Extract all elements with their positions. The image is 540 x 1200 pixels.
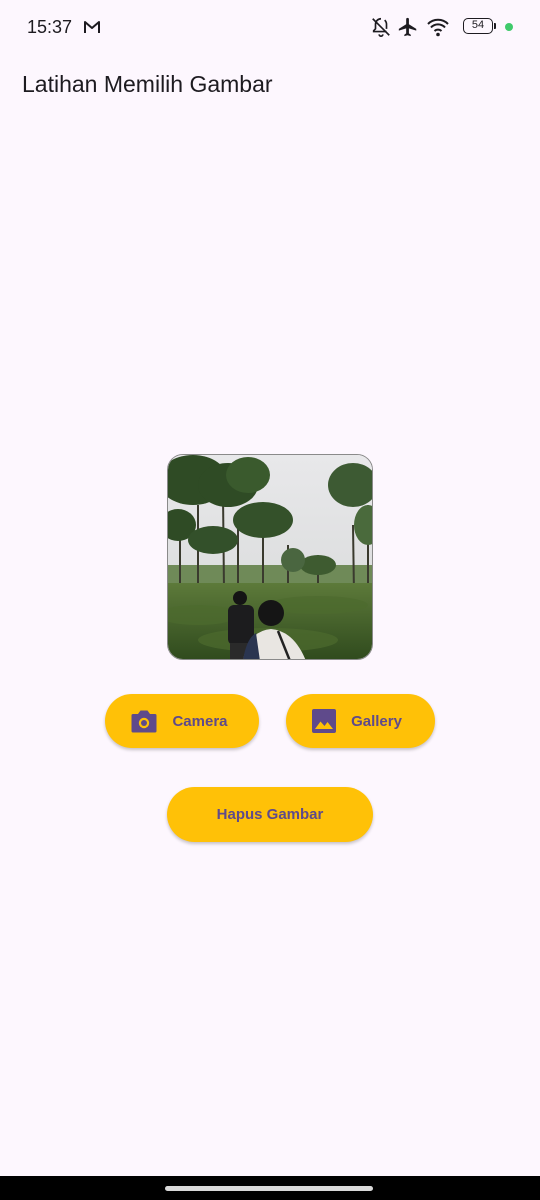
gallery-button-label: Gallery <box>351 712 402 730</box>
camera-icon <box>131 710 157 733</box>
status-time: 15:37 <box>27 17 73 37</box>
hapus-gambar-button[interactable]: Hapus Gambar <box>167 787 373 842</box>
camera-button-label: Camera <box>172 712 228 730</box>
image-preview <box>167 454 373 660</box>
camera-button[interactable]: Camera <box>105 694 259 748</box>
status-bar: 15:37 54 <box>0 0 540 56</box>
battery-icon: 54 <box>463 18 493 34</box>
gallery-button[interactable]: Gallery <box>286 694 435 748</box>
hapus-gambar-button-label: Hapus Gambar <box>216 806 324 823</box>
airplane-mode-icon <box>398 17 417 37</box>
home-gesture-handle[interactable] <box>165 1186 373 1191</box>
battery-tip <box>494 23 496 29</box>
image-icon <box>312 709 337 733</box>
notifications-off-icon <box>372 17 390 37</box>
selected-photo <box>168 455 372 659</box>
status-icons: 54 <box>370 14 540 40</box>
gmail-icon <box>84 21 100 33</box>
page-title: Latihan Memilih Gambar <box>22 71 273 97</box>
wifi-icon <box>427 18 449 37</box>
privacy-indicator-dot <box>505 23 513 31</box>
